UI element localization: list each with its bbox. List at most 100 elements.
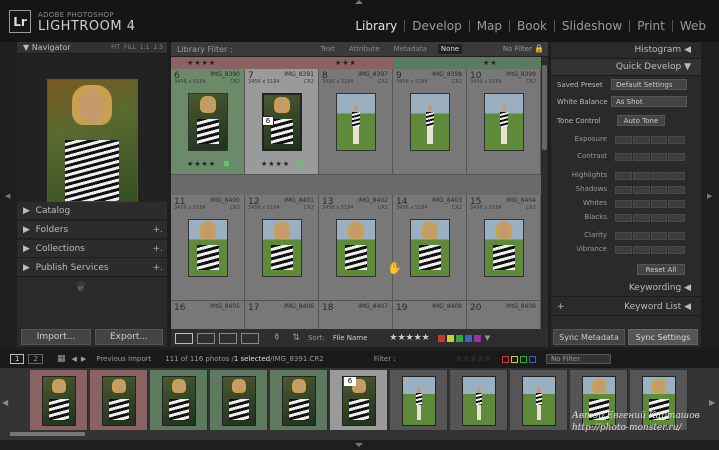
grid-scrollbar[interactable] — [541, 57, 548, 329]
import-button[interactable]: Import... — [21, 329, 91, 345]
lock-icon[interactable]: 🔒 — [534, 44, 544, 53]
survey-view-icon[interactable] — [241, 332, 259, 344]
filmstrip-right-arrow-icon[interactable]: ▶ — [709, 398, 715, 407]
scrollbar-thumb[interactable] — [542, 65, 547, 150]
grid-cell[interactable]: 20 IMG_8409 — [467, 301, 541, 329]
blue-filter-icon[interactable] — [529, 355, 537, 363]
painter-icon[interactable]: ⚱ — [273, 333, 281, 343]
right-panel-toggle[interactable]: ▶ — [701, 42, 719, 347]
filmstrip-thumb[interactable] — [210, 370, 268, 430]
grid-cell[interactable]: 13 IMG_8402 3456 x 5184 CR2 — [319, 195, 393, 301]
module-map[interactable]: Map — [468, 20, 509, 32]
add-collection-icon[interactable]: +. — [153, 244, 163, 254]
panel-collections[interactable]: ▶ Collections +. — [17, 240, 167, 258]
filmstrip-thumb[interactable] — [150, 370, 208, 430]
collapse-bottom-icon[interactable] — [355, 443, 363, 447]
collapse-top-icon[interactable] — [355, 0, 363, 4]
contrast-steppers[interactable] — [615, 153, 685, 161]
grid-cell[interactable]: 12 IMG_8401 3456 x 5184 CR2 — [245, 195, 319, 301]
stack-count-badge[interactable]: 6 — [344, 377, 356, 386]
yellow-label-icon[interactable] — [446, 334, 454, 342]
reset-all-button[interactable]: Reset All — [637, 264, 685, 275]
module-print[interactable]: Print — [629, 20, 672, 32]
rating-stars-filter[interactable]: ★★★★★ — [389, 333, 429, 343]
red-label-icon[interactable] — [437, 334, 445, 342]
compare-view-icon[interactable] — [219, 332, 237, 344]
grid-cell-selected[interactable]: 7 IMG_8391 3456 x 5184 CR2 6 ★★★★ — [245, 69, 319, 175]
stack-count-badge[interactable]: 6 — [262, 116, 274, 126]
panel-publish-services[interactable]: ▶ Publish Services +. — [17, 259, 167, 277]
forward-arrow-icon[interactable]: ▶ — [81, 355, 86, 363]
grid-cell[interactable]: 10 IMG_8399 3456 x 5184 CR2 — [467, 69, 541, 175]
filmstrip-thumb-selected[interactable]: 6 — [330, 370, 388, 430]
partial-cell[interactable] — [393, 57, 467, 69]
partial-cell[interactable]: ★★★★ — [171, 57, 245, 69]
highlights-steppers[interactable] — [615, 172, 685, 180]
filter-tab-none[interactable]: None — [437, 44, 463, 54]
blue-label-icon[interactable] — [464, 334, 472, 342]
filmstrip-thumb[interactable] — [510, 370, 568, 430]
grid-cell[interactable]: 6 IMG_8390 3456 x 5184 CR2 ★★★★ — [171, 69, 245, 175]
sort-direction-icon[interactable]: ⇅ — [293, 333, 301, 343]
filter-tab-text[interactable]: Text — [318, 44, 338, 54]
module-slideshow[interactable]: Slideshow — [553, 20, 629, 32]
filter-tab-attribute[interactable]: Attribute — [346, 44, 383, 54]
green-filter-icon[interactable] — [520, 355, 528, 363]
panel-folders[interactable]: ▶ Folders +. — [17, 221, 167, 239]
exposure-steppers[interactable] — [615, 136, 685, 144]
grid-cell[interactable]: 9 IMG_8398 3456 x 5184 CR2 — [393, 69, 467, 175]
white-balance-select[interactable]: As Shot — [611, 96, 687, 107]
whites-steppers[interactable] — [615, 200, 685, 208]
window-1-button[interactable]: 1 — [10, 354, 25, 364]
sync-metadata-button[interactable]: Sync Metadata — [553, 329, 625, 345]
filmstrip-thumb[interactable] — [390, 370, 448, 430]
grid-cell[interactable]: 19 IMG_8408 — [393, 301, 467, 329]
auto-tone-button[interactable]: Auto Tone — [617, 115, 665, 126]
module-develop[interactable]: Develop — [404, 20, 468, 32]
grid-cell[interactable]: 11 IMG_8400 3456 x 5184 CR2 — [171, 195, 245, 301]
left-panel-toggle[interactable]: ◀ — [0, 42, 17, 347]
grid-view-icon[interactable] — [175, 332, 193, 344]
module-book[interactable]: Book — [509, 20, 554, 32]
sort-select[interactable]: File Name — [333, 334, 368, 342]
grid-cell[interactable]: 18 IMG_8407 — [319, 301, 393, 329]
partial-cell[interactable]: ★★★ — [319, 57, 393, 69]
panel-catalog[interactable]: ▶ Catalog — [17, 202, 167, 220]
filter-preset-select[interactable]: No Filter — [503, 45, 532, 53]
filmstrip-thumb[interactable] — [270, 370, 328, 430]
export-button[interactable]: Export... — [95, 329, 163, 345]
back-arrow-icon[interactable]: ◀ — [71, 355, 76, 363]
red-filter-icon[interactable] — [502, 355, 510, 363]
panel-quick-develop[interactable]: Quick Develop ▼ — [551, 59, 701, 76]
vibrance-steppers[interactable] — [615, 246, 685, 254]
navigator-header[interactable]: ▼ Navigator FIT FILL 1:1 1:3 — [17, 42, 167, 54]
panel-keyword-list[interactable]: + Keyword List ◀ — [551, 299, 701, 316]
partial-cell[interactable]: ★★ — [467, 57, 541, 69]
add-keyword-icon[interactable]: + — [557, 302, 565, 312]
module-web[interactable]: Web — [671, 20, 713, 32]
filmstrip-scrollbar[interactable] — [10, 432, 85, 436]
shadows-steppers[interactable] — [615, 186, 685, 194]
add-publish-icon[interactable]: +. — [153, 263, 163, 273]
current-file[interactable]: /IMG_8391.CR2 — [270, 355, 324, 363]
grid-cell[interactable]: 8 IMG_8397 3456 x 5184 CR2 — [319, 69, 393, 175]
filmstrip-left-arrow-icon[interactable]: ◀ — [2, 398, 8, 407]
sync-settings-button[interactable]: Sync Settings — [628, 329, 698, 345]
add-folder-icon[interactable]: +. — [153, 225, 163, 235]
panel-histogram[interactable]: Histogram ◀ — [551, 42, 701, 59]
filmstrip-thumb[interactable] — [90, 370, 148, 430]
grid-icon[interactable]: ▦ — [57, 354, 66, 364]
grid-cell[interactable]: 17 IMG_8406 — [245, 301, 319, 329]
star-filter-icon[interactable]: ☆☆☆☆☆ — [456, 355, 492, 363]
grid-cell[interactable]: 16 IMG_8405 — [171, 301, 245, 329]
loupe-view-icon[interactable] — [197, 332, 215, 344]
filmstrip-thumb[interactable] — [450, 370, 508, 430]
chevron-down-icon[interactable]: ▼ — [485, 334, 490, 342]
window-2-button[interactable]: 2 — [28, 354, 43, 364]
partial-cell[interactable] — [245, 57, 319, 69]
navigator-zoom-options[interactable]: FIT FILL 1:1 1:3 — [111, 44, 163, 51]
yellow-filter-icon[interactable] — [511, 355, 519, 363]
purple-label-icon[interactable] — [473, 334, 481, 342]
filmstrip-filter-select[interactable]: No Filter — [546, 354, 612, 364]
green-label-icon[interactable] — [455, 334, 463, 342]
